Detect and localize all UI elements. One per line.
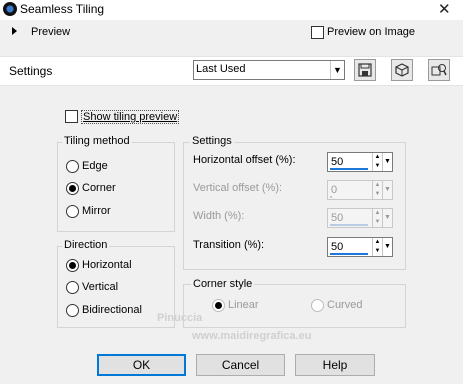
preview-on-image-checkbox[interactable]: [311, 26, 324, 39]
width-slider-bar: [330, 224, 368, 226]
window-title: Seamless Tiling: [20, 2, 105, 16]
horizontal-offset-label: Horizontal offset (%):: [193, 154, 296, 166]
watermark-url: www.maidiregrafica.eu: [192, 330, 312, 342]
save-preset-button[interactable]: [354, 59, 376, 81]
transition-value[interactable]: 50: [331, 241, 343, 253]
transition-label: Transition (%):: [193, 239, 265, 251]
direction-bidirectional-radio[interactable]: [66, 304, 79, 317]
transition-field[interactable]: 50 ▲ ▼ ▼: [327, 237, 393, 257]
preview-toggle-label[interactable]: Preview: [31, 26, 70, 38]
tiling-method-title: Tiling method: [62, 135, 132, 147]
ok-button[interactable]: OK: [97, 354, 186, 376]
chevron-down-icon[interactable]: ▼: [330, 61, 344, 79]
corner-curved-radio: [311, 299, 324, 312]
slider-dropdown-icon: ▼: [382, 181, 392, 199]
corner-style-title: Corner style: [191, 278, 255, 290]
direction-vertical-label[interactable]: Vertical: [82, 281, 118, 293]
app-icon: [3, 2, 17, 16]
vertical-offset-slider-bar: [330, 196, 332, 198]
direction-horizontal-radio[interactable]: [66, 259, 79, 272]
corner-linear-label: Linear: [228, 299, 259, 311]
direction-bidirectional-label[interactable]: Bidirectional: [82, 304, 142, 316]
vertical-offset-value: 0: [331, 184, 338, 196]
tiling-mirror-radio[interactable]: [66, 205, 79, 218]
preset-manage-button[interactable]: [428, 59, 450, 81]
show-tiling-preview-checkbox[interactable]: [65, 110, 78, 123]
show-tiling-preview-label[interactable]: Show tiling preview: [81, 110, 180, 124]
close-icon[interactable]: ✕: [438, 0, 451, 18]
direction-horizontal-label[interactable]: Horizontal: [82, 259, 132, 271]
preset-manage-icon: [431, 64, 447, 76]
vertical-offset-label: Vertical offset (%):: [193, 182, 283, 194]
spin-arrows-icon: ▲ ▼: [372, 181, 382, 199]
preview-on-image-label[interactable]: Preview on Image: [327, 26, 415, 38]
settings-group-title: Settings: [190, 135, 234, 147]
horizontal-offset-field[interactable]: 50 ▲ ▼ ▼: [327, 152, 393, 172]
width-field: 50 ▲ ▼ ▼: [327, 208, 393, 228]
corner-curved-label: Curved: [327, 299, 363, 311]
transition-slider-bar[interactable]: [330, 253, 368, 255]
tiling-edge-label[interactable]: Edge: [82, 160, 108, 172]
expand-triangle-icon[interactable]: [12, 27, 17, 35]
cancel-button[interactable]: Cancel: [196, 354, 285, 376]
watermark-name: Pinuccia: [157, 312, 203, 324]
slider-dropdown-icon[interactable]: ▼: [382, 238, 392, 256]
tiling-edge-radio[interactable]: [66, 160, 79, 173]
preset-value: Last Used: [196, 63, 246, 75]
width-label: Width (%):: [193, 210, 245, 222]
horizontal-offset-slider-bar[interactable]: [330, 168, 368, 170]
spin-arrows-icon[interactable]: ▲ ▼: [372, 238, 382, 256]
vertical-offset-field: 0 ▲ ▼ ▼: [327, 180, 393, 200]
corner-linear-radio: [212, 299, 225, 312]
width-value: 50: [331, 212, 344, 224]
direction-vertical-radio[interactable]: [66, 281, 79, 294]
tiling-corner-radio[interactable]: [66, 182, 79, 195]
randomize-button[interactable]: [391, 59, 413, 81]
slider-dropdown-icon: ▼: [382, 209, 392, 227]
randomize-icon: [395, 63, 409, 77]
spin-arrows-icon[interactable]: ▲ ▼: [372, 153, 382, 171]
direction-title: Direction: [62, 239, 110, 251]
settings-label: Settings: [9, 64, 53, 78]
save-icon: [358, 63, 372, 77]
help-button[interactable]: Help: [295, 354, 375, 376]
tiling-corner-label[interactable]: Corner: [82, 182, 116, 194]
tiling-mirror-label[interactable]: Mirror: [82, 205, 111, 217]
spin-arrows-icon: ▲ ▼: [372, 209, 382, 227]
slider-dropdown-icon[interactable]: ▼: [382, 153, 392, 171]
horizontal-offset-value[interactable]: 50: [331, 156, 343, 168]
